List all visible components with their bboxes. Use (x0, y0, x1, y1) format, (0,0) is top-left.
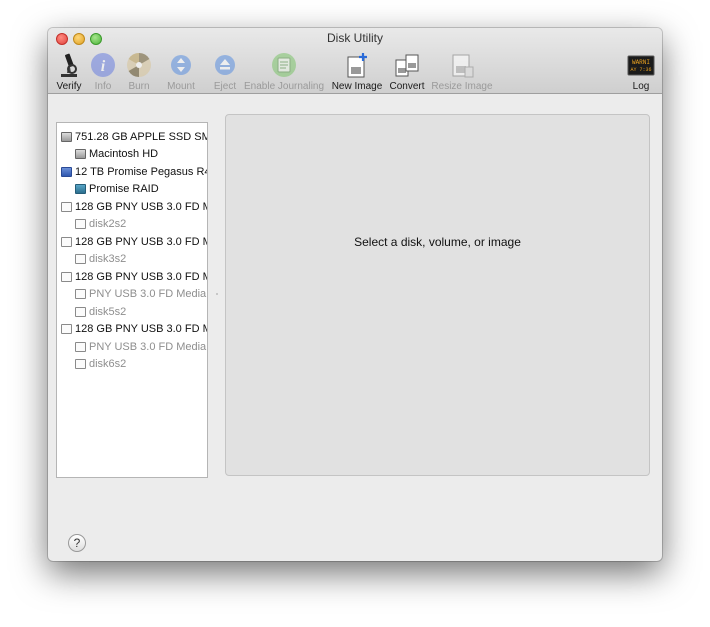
mount-icon (167, 51, 195, 79)
list-item-volume[interactable]: disk5s2 (57, 304, 207, 321)
eject-button[interactable]: Eject (208, 51, 242, 92)
window-title: Disk Utility (327, 31, 383, 45)
split-view-divider-handle[interactable] (216, 293, 218, 295)
empty-selection-message: Select a disk, volume, or image (354, 235, 521, 249)
list-item-volume[interactable]: disk2s2 (57, 216, 207, 233)
internal-disk-icon (61, 132, 72, 142)
list-item-volume[interactable]: Macintosh HD (57, 146, 207, 163)
disk-list[interactable]: 751.28 GB APPLE SSD SM7... Macintosh HD … (56, 122, 208, 478)
list-item-disk[interactable]: 128 GB PNY USB 3.0 FD Med (57, 321, 207, 338)
enable-journaling-button[interactable]: Enable Journaling (244, 51, 324, 92)
internal-disk-icon (75, 149, 86, 159)
list-item-volume[interactable]: Promise RAID (57, 181, 207, 198)
usb-disk-icon (61, 324, 72, 334)
resize-image-icon (448, 51, 476, 79)
log-button[interactable]: WARNI AY 7:36 Log (626, 51, 656, 92)
usb-disk-icon (61, 202, 72, 212)
list-item-disk[interactable]: 751.28 GB APPLE SSD SM7... (57, 129, 207, 146)
disk-utility-window: Disk Utility Verify i Info Burn Mount Ej… (48, 28, 662, 561)
help-button[interactable]: ? (68, 534, 86, 552)
convert-button[interactable]: Convert (388, 51, 426, 92)
verify-button[interactable]: Verify (54, 51, 84, 92)
journaling-icon (270, 51, 298, 79)
mount-button[interactable]: Mount (164, 51, 198, 92)
usb-disk-icon (75, 254, 86, 264)
eject-icon (211, 51, 239, 79)
burn-button[interactable]: Burn (122, 51, 156, 92)
microscope-icon (55, 51, 83, 79)
list-item-disk[interactable]: 12 TB Promise Pegasus R4... (57, 164, 207, 181)
list-item-volume[interactable]: disk3s2 (57, 251, 207, 268)
burn-icon (125, 51, 153, 79)
log-icon: WARNI AY 7:36 (627, 51, 655, 79)
detail-pane: Select a disk, volume, or image (225, 114, 650, 476)
svg-text:i: i (101, 58, 106, 75)
usb-disk-icon (61, 237, 72, 247)
new-image-button[interactable]: New Image (330, 51, 384, 92)
toolbar: Disk Utility Verify i Info Burn Mount Ej… (48, 28, 662, 94)
list-item-disk[interactable]: 128 GB PNY USB 3.0 FD Med (57, 199, 207, 216)
usb-disk-icon (75, 219, 86, 229)
list-item-volume[interactable]: PNY USB 3.0 FD Media (57, 286, 207, 303)
usb-disk-icon (75, 342, 86, 352)
svg-text:WARNI: WARNI (632, 59, 650, 66)
usb-disk-icon (75, 359, 86, 369)
new-image-icon (343, 51, 371, 79)
info-button[interactable]: i Info (88, 51, 118, 92)
list-item-disk[interactable]: 128 GB PNY USB 3.0 FD Med (57, 269, 207, 286)
convert-icon (393, 51, 421, 79)
raid-icon (75, 184, 86, 194)
usb-disk-icon (75, 307, 86, 317)
resize-image-button[interactable]: Resize Image (430, 51, 494, 92)
list-item-volume[interactable]: disk6s2 (57, 356, 207, 373)
svg-text:AY 7:36: AY 7:36 (630, 67, 651, 73)
usb-disk-icon (75, 289, 86, 299)
external-disk-icon (61, 167, 72, 177)
usb-disk-icon (61, 272, 72, 282)
list-item-volume[interactable]: PNY USB 3.0 FD Media (57, 339, 207, 356)
info-icon: i (89, 51, 117, 79)
list-item-disk[interactable]: 128 GB PNY USB 3.0 FD Med (57, 234, 207, 251)
